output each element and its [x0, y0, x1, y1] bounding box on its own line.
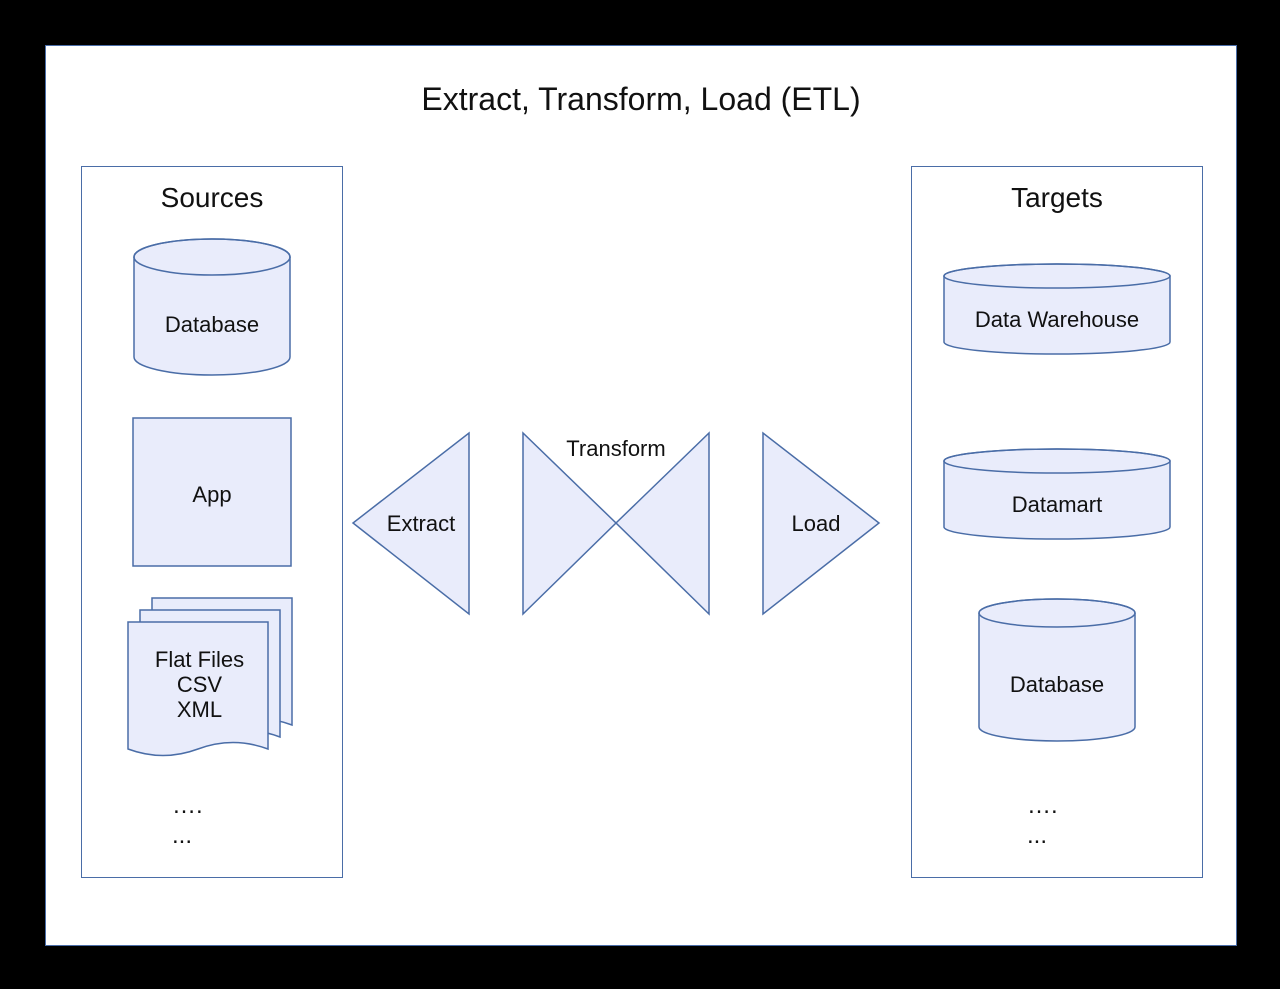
sources-ellipsis-1: ….	[172, 792, 203, 820]
flatfiles-line3: XML	[127, 697, 272, 723]
targets-ellipsis-1: ….	[1027, 792, 1058, 820]
sources-panel: Sources Database App Flat Files CSV XML	[81, 166, 343, 878]
flatfiles-line2: CSV	[127, 672, 272, 698]
outer-frame: Extract, Transform, Load (ETL) Sources D…	[0, 0, 1280, 989]
targets-ellipsis-2: ...	[1027, 822, 1047, 850]
target-database-label: Database	[977, 672, 1137, 698]
source-app-label: App	[132, 482, 292, 508]
targets-panel: Targets Data Warehouse Datamart Dat	[911, 166, 1203, 878]
extract-label: Extract	[366, 511, 476, 537]
sources-ellipsis-2: ...	[172, 822, 192, 850]
datawarehouse-label: Data Warehouse	[942, 307, 1172, 333]
targets-heading: Targets	[912, 182, 1202, 214]
flatfiles-line1: Flat Files	[127, 647, 272, 673]
diagram-title: Extract, Transform, Load (ETL)	[46, 81, 1236, 118]
datamart-label: Datamart	[942, 492, 1172, 518]
source-database-label: Database	[132, 312, 292, 338]
diagram-canvas: Extract, Transform, Load (ETL) Sources D…	[45, 45, 1237, 946]
transform-label: Transform	[556, 436, 676, 462]
sources-heading: Sources	[82, 182, 342, 214]
load-label: Load	[766, 511, 866, 537]
